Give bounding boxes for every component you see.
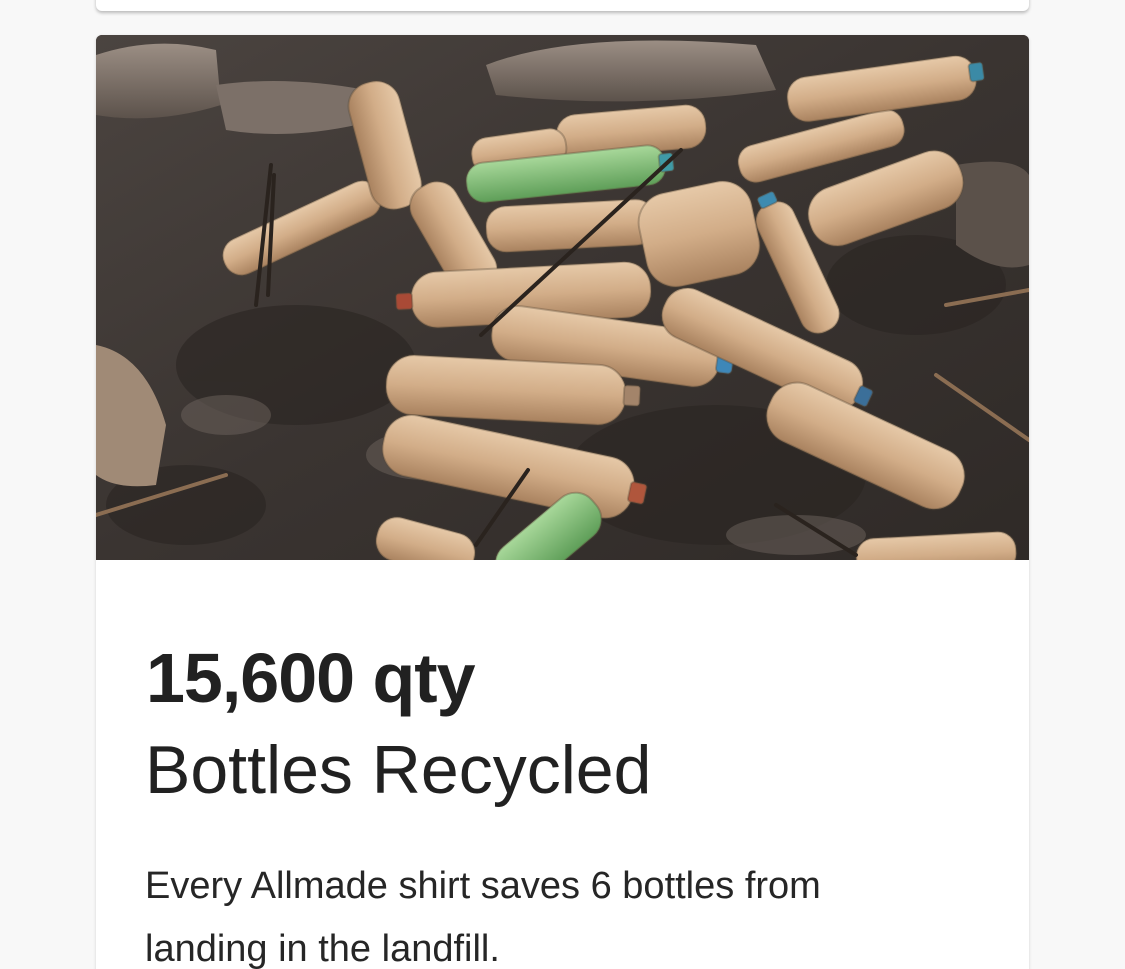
- stat-value: 15,600 qty: [146, 639, 476, 717]
- previous-card-bottom-edge: [96, 0, 1029, 11]
- stat-label: Bottles Recycled: [145, 732, 652, 808]
- page: 15,600 qty Bottles Recycled Every Allmad…: [0, 0, 1125, 969]
- recycled-bottles-photo: [96, 35, 1029, 560]
- stat-description: Every Allmade shirt saves 6 bottles from…: [145, 865, 821, 969]
- impact-stat-card: 15,600 qty Bottles Recycled Every Allmad…: [96, 35, 1029, 969]
